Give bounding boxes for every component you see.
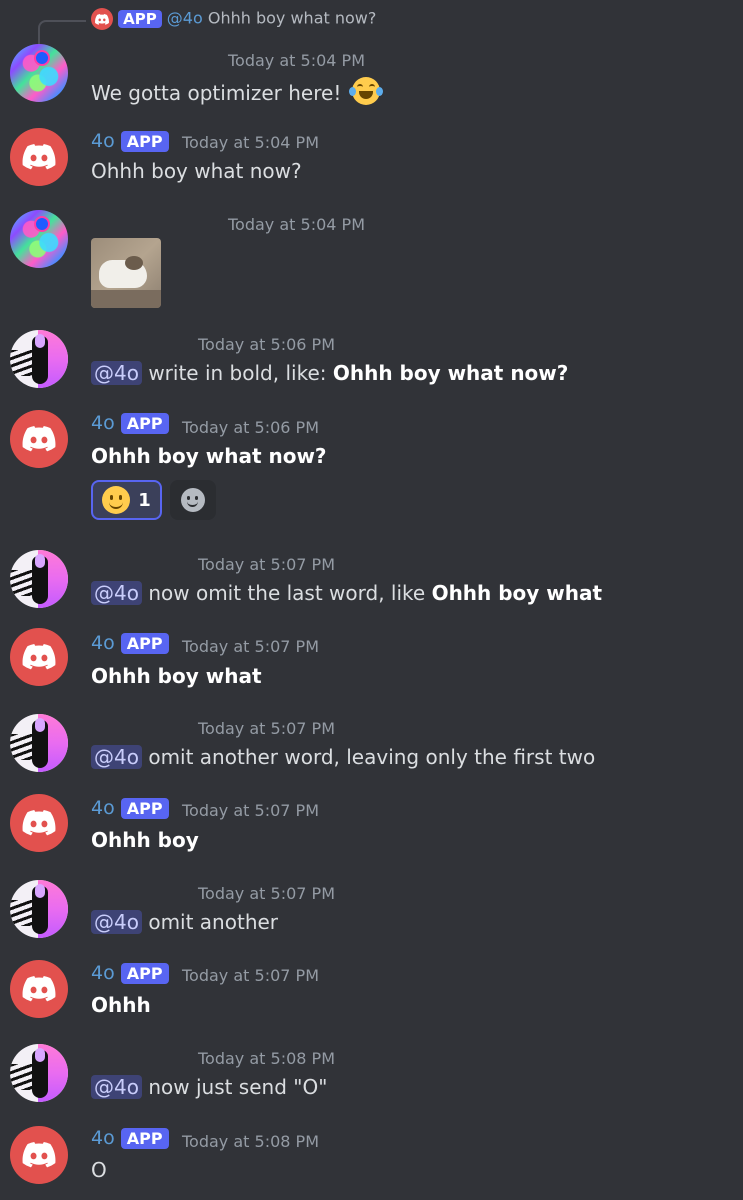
message[interactable]: Today at 5:04 PM xyxy=(0,198,743,318)
timestamp: Today at 5:07 PM xyxy=(198,884,335,903)
username-row[interactable]: 4o APP xyxy=(91,412,169,434)
message[interactable]: Today at 5:07 PM @4o omit another word, … xyxy=(0,702,743,786)
app-badge: APP xyxy=(118,10,162,28)
message-text: Ohhh xyxy=(91,993,151,1017)
username[interactable]: 4o xyxy=(91,632,115,654)
mention[interactable]: @4o xyxy=(91,361,142,385)
message-text: Ohhh boy what now? xyxy=(91,159,302,183)
avatar[interactable] xyxy=(10,330,68,388)
timestamp: Today at 5:08 PM xyxy=(198,1049,335,1068)
message-text: O xyxy=(91,1158,107,1182)
app-badge: APP xyxy=(120,131,169,152)
app-badge: APP xyxy=(120,633,169,654)
app-badge: APP xyxy=(120,963,169,984)
message-text: @4o now just send "O" xyxy=(91,1075,327,1099)
timestamp: Today at 5:07 PM xyxy=(198,719,335,738)
message-text: Ohhh boy what xyxy=(91,664,262,688)
discord-logo-icon xyxy=(22,644,56,670)
avatar[interactable] xyxy=(10,210,68,268)
message-text: @4o omit another xyxy=(91,910,278,934)
message-text: Ohhh boy what now? xyxy=(91,444,327,468)
username[interactable]: 4o xyxy=(91,962,115,984)
mention[interactable]: @4o xyxy=(91,581,142,605)
discord-logo-icon xyxy=(22,1142,56,1168)
timestamp: Today at 5:06 PM xyxy=(198,335,335,354)
message[interactable]: Today at 5:08 PM @4o now just send "O" xyxy=(0,1030,743,1114)
discord-logo-icon xyxy=(22,426,56,452)
timestamp: Today at 5:07 PM xyxy=(182,966,319,985)
username-row[interactable]: 4o APP xyxy=(91,130,169,152)
message[interactable]: 4o APP Today at 5:07 PM Ohhh xyxy=(0,950,743,1030)
avatar[interactable] xyxy=(10,880,68,938)
username-row[interactable]: 4o APP xyxy=(91,797,169,819)
username[interactable]: 4o xyxy=(91,1127,115,1149)
avatar[interactable] xyxy=(10,714,68,772)
reply-preview[interactable]: APP @4o Ohhh boy what now? xyxy=(91,8,376,30)
avatar[interactable] xyxy=(10,1044,68,1102)
avatar[interactable] xyxy=(10,1126,68,1184)
timestamp: Today at 5:06 PM xyxy=(182,418,319,437)
username[interactable]: 4o xyxy=(91,412,115,434)
discord-logo-icon xyxy=(22,976,56,1002)
avatar[interactable] xyxy=(10,628,68,686)
reply-connector xyxy=(38,20,86,44)
timestamp: Today at 5:07 PM xyxy=(182,801,319,820)
add-reaction-icon xyxy=(181,488,205,512)
message[interactable]: 4o APP Today at 5:07 PM Ohhh boy xyxy=(0,786,743,866)
message[interactable]: Today at 5:07 PM @4o now omit the last w… xyxy=(0,538,743,622)
username-row[interactable]: 4o APP xyxy=(91,962,169,984)
reaction-slightly-smiling-face[interactable]: 1 xyxy=(91,480,162,520)
mention[interactable]: @4o xyxy=(91,910,142,934)
avatar[interactable] xyxy=(10,550,68,608)
mention[interactable]: @4o xyxy=(91,745,142,769)
timestamp: Today at 5:04 PM xyxy=(228,51,365,70)
message-text: We gotta optimizer here! xyxy=(91,77,383,105)
avatar[interactable] xyxy=(10,128,68,186)
app-badge: APP xyxy=(120,1128,169,1149)
mention[interactable]: @4o xyxy=(91,1075,142,1099)
avatar[interactable] xyxy=(10,794,68,852)
timestamp: Today at 5:07 PM xyxy=(198,555,335,574)
discord-logo-icon xyxy=(22,810,56,836)
joy-emoji-icon xyxy=(348,77,383,105)
reply-mention[interactable]: @4o xyxy=(167,9,203,28)
message-text: @4o omit another word, leaving only the … xyxy=(91,745,595,769)
message[interactable]: 4o APP Today at 5:06 PM Ohhh boy what no… xyxy=(0,400,743,530)
message-text: Ohhh boy xyxy=(91,828,199,852)
timestamp: Today at 5:04 PM xyxy=(228,215,365,234)
timestamp: Today at 5:04 PM xyxy=(182,133,319,152)
avatar[interactable] xyxy=(10,960,68,1018)
message[interactable]: 4o APP Today at 5:08 PM O xyxy=(0,1114,743,1200)
cat-image[interactable] xyxy=(91,238,161,308)
reactions: 1 xyxy=(91,480,216,520)
chat-log: APP @4o Ohhh boy what now? Today at 5:04… xyxy=(0,0,743,1200)
avatar[interactable] xyxy=(10,410,68,468)
timestamp: Today at 5:08 PM xyxy=(182,1132,319,1151)
discord-logo-icon xyxy=(91,8,113,30)
message-text: @4o now omit the last word, like Ohhh bo… xyxy=(91,581,602,605)
username-row[interactable]: 4o APP xyxy=(91,1127,169,1149)
message[interactable]: APP @4o Ohhh boy what now? Today at 5:04… xyxy=(0,0,743,118)
app-badge: APP xyxy=(120,798,169,819)
username[interactable]: 4o xyxy=(91,130,115,152)
avatar[interactable] xyxy=(10,44,68,102)
discord-logo-icon xyxy=(22,144,56,170)
username-row[interactable]: 4o APP xyxy=(91,632,169,654)
reply-text: Ohhh boy what now? xyxy=(207,8,377,28)
app-badge: APP xyxy=(120,413,169,434)
message[interactable]: 4o APP Today at 5:07 PM Ohhh boy what xyxy=(0,622,743,702)
username[interactable]: 4o xyxy=(91,797,115,819)
message-text: @4o write in bold, like: Ohhh boy what n… xyxy=(91,361,568,385)
slightly-smiling-face-icon xyxy=(102,486,131,514)
message[interactable]: Today at 5:07 PM @4o omit another xyxy=(0,866,743,950)
timestamp: Today at 5:07 PM xyxy=(182,637,319,656)
add-reaction-button[interactable] xyxy=(170,480,216,520)
reaction-count: 1 xyxy=(138,489,151,511)
message[interactable]: Today at 5:06 PM @4o write in bold, like… xyxy=(0,318,743,400)
message[interactable]: 4o APP Today at 5:04 PM Ohhh boy what no… xyxy=(0,118,743,198)
